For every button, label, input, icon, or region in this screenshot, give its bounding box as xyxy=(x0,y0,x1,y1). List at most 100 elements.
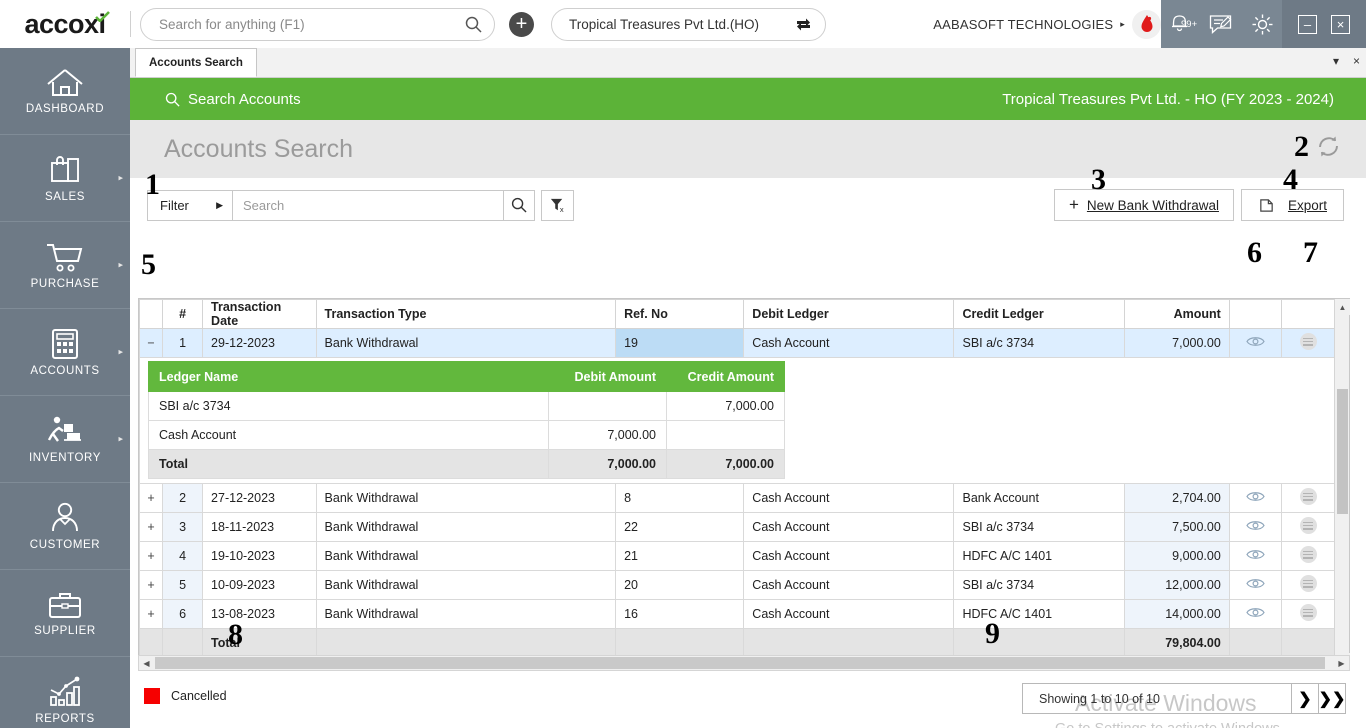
row-menu-button[interactable] xyxy=(1281,541,1335,571)
tenant-selector[interactable]: AABASOFT TECHNOLOGIES ▸ xyxy=(933,0,1161,48)
grid-header-amount[interactable]: Amount xyxy=(1123,299,1230,329)
tab-close-icon[interactable]: × xyxy=(1353,54,1360,68)
row-menu-button[interactable] xyxy=(1281,328,1335,358)
avatar[interactable] xyxy=(1132,9,1161,39)
row-view-button[interactable] xyxy=(1228,599,1283,629)
sidebar: DASHBOARD SALES ▸ PURCHASE ▸ ACCOUNTS ▸ … xyxy=(0,48,130,728)
grid-search-button[interactable] xyxy=(503,190,534,220)
row-menu-button[interactable] xyxy=(1281,570,1335,600)
row-view-button[interactable] xyxy=(1228,328,1283,358)
message-icon[interactable] xyxy=(1209,14,1232,35)
sidebar-item-dashboard[interactable]: DASHBOARD xyxy=(0,48,130,135)
table-row[interactable]: + 5 10-09-2023 Bank Withdrawal 20 Cash A… xyxy=(138,570,1335,600)
grid-header-transaction-type[interactable]: Transaction Type xyxy=(315,299,617,329)
pagination: Showing 1 to 10 of 10 ❯ ❯❯ xyxy=(1022,683,1346,714)
row-expander[interactable]: + xyxy=(138,483,164,513)
sidebar-item-reports[interactable]: REPORTS xyxy=(0,657,130,728)
notifications-button[interactable]: 99+ xyxy=(1169,10,1197,38)
hamburger-menu-icon[interactable] xyxy=(1299,604,1317,621)
row-view-button[interactable] xyxy=(1228,512,1283,542)
table-row[interactable]: + 6 13-08-2023 Bank Withdrawal 16 Cash A… xyxy=(138,599,1335,629)
sidebar-item-sales[interactable]: SALES ▸ xyxy=(0,135,130,222)
sidebar-item-customer[interactable]: CUSTOMER xyxy=(0,483,130,570)
row-ref-no: 20 xyxy=(615,570,745,600)
tab-list-dropdown-icon[interactable]: ▾ xyxy=(1333,54,1339,68)
row-view-button[interactable] xyxy=(1228,541,1283,571)
sidebar-item-supplier[interactable]: SUPPLIER xyxy=(0,570,130,657)
grid-header-transaction-date[interactable]: Transaction Date xyxy=(202,299,317,329)
hamburger-menu-icon[interactable] xyxy=(1299,488,1317,505)
row-expander[interactable]: + xyxy=(138,512,164,542)
row-transaction-date: 18-11-2023 xyxy=(202,512,317,542)
sidebar-item-accounts[interactable]: ACCOUNTS ▸ xyxy=(0,309,130,396)
eye-icon[interactable] xyxy=(1246,335,1265,348)
row-ref-no: 16 xyxy=(615,599,745,629)
minimize-button[interactable]: – xyxy=(1298,14,1317,34)
gear-icon[interactable] xyxy=(1251,13,1274,36)
company-selector[interactable]: Tropical Treasures Pvt Ltd.(HO) xyxy=(551,7,826,41)
row-menu-button[interactable] xyxy=(1281,599,1335,629)
grid-header-debit-ledger[interactable]: Debit Ledger xyxy=(743,299,955,329)
add-new-button[interactable]: + xyxy=(509,11,534,37)
search-icon[interactable] xyxy=(511,197,527,213)
search-input[interactable] xyxy=(159,16,465,32)
row-transaction-date: 19-10-2023 xyxy=(202,541,317,571)
company-name: Tropical Treasures Pvt Ltd.(HO) xyxy=(569,16,760,32)
row-transaction-date: 13-08-2023 xyxy=(202,599,317,629)
row-expander[interactable]: + xyxy=(138,570,164,600)
table-row[interactable]: + 2 27-12-2023 Bank Withdrawal 8 Cash Ac… xyxy=(138,483,1335,513)
row-view-button[interactable] xyxy=(1228,483,1283,513)
table-row[interactable]: + 3 18-11-2023 Bank Withdrawal 22 Cash A… xyxy=(138,512,1335,542)
hamburger-menu-icon[interactable] xyxy=(1299,546,1317,563)
row-expander[interactable]: + xyxy=(138,599,164,629)
row-menu-button[interactable] xyxy=(1281,483,1335,513)
hamburger-menu-icon[interactable] xyxy=(1299,517,1317,534)
new-bank-withdrawal-button[interactable]: + New Bank Withdrawal xyxy=(1053,189,1234,221)
eye-icon[interactable] xyxy=(1246,548,1265,561)
refresh-icon[interactable] xyxy=(1315,133,1342,160)
search-icon[interactable] xyxy=(465,16,482,33)
eye-icon[interactable] xyxy=(1246,490,1265,503)
table-row[interactable]: − 1 29-12-2023 Bank Withdrawal 19 Cash A… xyxy=(138,328,1335,358)
scroll-left-icon[interactable]: ◀ xyxy=(139,656,154,670)
grid-total-row: Total 79,804.00 xyxy=(138,628,1335,658)
row-expander[interactable]: + xyxy=(138,541,164,571)
eye-icon[interactable] xyxy=(1246,519,1265,532)
page-green-header: Search Accounts Tropical Treasures Pvt L… xyxy=(130,78,1366,120)
warehouse-worker-icon xyxy=(47,416,81,442)
grid-header-index[interactable]: # xyxy=(162,299,204,329)
global-search[interactable] xyxy=(140,7,495,41)
table-row[interactable]: + 4 19-10-2023 Bank Withdrawal 21 Cash A… xyxy=(138,541,1335,571)
grid-header-credit-ledger[interactable]: Credit Ledger xyxy=(953,299,1125,329)
filter-clear-icon[interactable]: x xyxy=(549,197,566,214)
grid-vertical-scrollbar[interactable]: ▲ ▼ xyxy=(1334,299,1350,669)
scroll-up-icon[interactable]: ▲ xyxy=(1335,299,1350,315)
hamburger-menu-icon[interactable] xyxy=(1299,575,1317,592)
refresh-button[interactable] xyxy=(1315,133,1342,165)
close-button[interactable]: × xyxy=(1331,14,1350,34)
row-expander[interactable]: − xyxy=(138,328,164,358)
switch-company-icon[interactable] xyxy=(794,15,813,34)
subgrid-header-debit-amount: Debit Amount xyxy=(548,361,667,392)
clear-filter-button[interactable]: x xyxy=(541,189,574,221)
row-amount: 2,704.00 xyxy=(1123,483,1230,513)
row-menu-button[interactable] xyxy=(1281,512,1335,542)
last-page-button[interactable]: ❯❯ xyxy=(1319,683,1346,714)
scroll-right-icon[interactable]: ▶ xyxy=(1334,656,1349,670)
horizontal-scroll-thumb[interactable] xyxy=(155,657,1325,669)
sidebar-item-purchase[interactable]: PURCHASE ▸ xyxy=(0,222,130,309)
filter-dropdown[interactable]: Filter ▶ xyxy=(148,190,233,220)
vertical-scroll-thumb[interactable] xyxy=(1337,389,1348,514)
tab-accounts-search[interactable]: Accounts Search xyxy=(135,48,257,77)
next-page-button[interactable]: ❯ xyxy=(1292,683,1319,714)
eye-icon[interactable] xyxy=(1246,606,1265,619)
grid-horizontal-scrollbar[interactable]: ◀ ▶ xyxy=(138,655,1350,671)
eye-icon[interactable] xyxy=(1246,577,1265,590)
grid-search-input[interactable] xyxy=(233,190,503,220)
grid-total-amount: 79,804.00 xyxy=(1123,628,1230,658)
export-button[interactable]: Export xyxy=(1240,189,1344,221)
row-view-button[interactable] xyxy=(1228,570,1283,600)
grid-header-ref-no[interactable]: Ref. No xyxy=(615,299,745,329)
sidebar-item-inventory[interactable]: INVENTORY ▸ xyxy=(0,396,130,483)
hamburger-menu-icon[interactable] xyxy=(1299,333,1317,350)
